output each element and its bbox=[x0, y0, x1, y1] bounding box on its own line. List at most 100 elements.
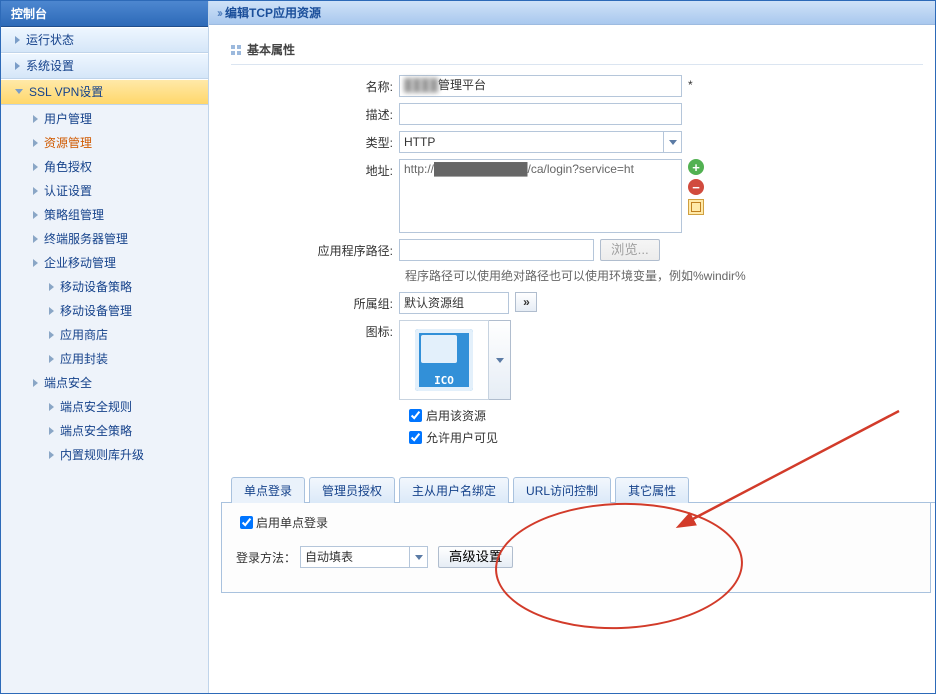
adv-settings-button[interactable]: 高级设置 bbox=[438, 546, 513, 568]
nav-group-runtime[interactable]: 运行状态 bbox=[1, 27, 208, 53]
add-url-button[interactable]: + bbox=[688, 159, 704, 175]
remove-url-button[interactable]: − bbox=[688, 179, 704, 195]
nav-item-resource[interactable]: 资源管理 bbox=[1, 131, 208, 155]
sidebar-title: 控制台 bbox=[1, 1, 208, 27]
nav-item-mobile-policy[interactable]: 移动设备策略 bbox=[17, 275, 208, 299]
nav-item-mobile[interactable]: 企业移动管理 bbox=[1, 251, 208, 275]
label-desc: 描述 bbox=[299, 103, 399, 123]
sso-method-value: 自动填表 bbox=[305, 550, 353, 564]
tab-master-slave[interactable]: 主从用户名绑定 bbox=[399, 477, 509, 503]
label-icon: 图标 bbox=[299, 320, 399, 340]
chevron-right-icon: ›› bbox=[217, 1, 221, 25]
caret-right-icon bbox=[33, 139, 38, 147]
type-select[interactable]: HTTP bbox=[399, 131, 682, 153]
apppath-hint: 程序路径可以使用绝对路径也可以使用环境变量，例如%windir% bbox=[209, 267, 935, 284]
tab-admin-auth[interactable]: 管理员授权 bbox=[309, 477, 395, 503]
nav-item-label: 应用封装 bbox=[60, 347, 108, 371]
nav-group-label: 运行状态 bbox=[26, 27, 74, 53]
caret-right-icon bbox=[49, 283, 54, 291]
label-group: 所属组 bbox=[299, 292, 399, 312]
nav-item-policy[interactable]: 策略组管理 bbox=[1, 203, 208, 227]
caret-down-icon bbox=[33, 259, 38, 267]
chevron-down-icon bbox=[409, 547, 427, 567]
chevron-down-icon bbox=[663, 132, 681, 152]
section-icon bbox=[231, 45, 241, 55]
label-addr: 地址 bbox=[299, 159, 399, 179]
nav-item-appstore[interactable]: 应用商店 bbox=[17, 323, 208, 347]
caret-right-icon bbox=[33, 211, 38, 219]
nav-item-auth[interactable]: 认证设置 bbox=[1, 179, 208, 203]
caret-down-icon bbox=[15, 89, 23, 98]
caret-right-icon bbox=[49, 451, 54, 459]
nav-item-label: 认证设置 bbox=[44, 179, 92, 203]
browse-button[interactable]: 浏览... bbox=[600, 239, 660, 261]
apppath-input[interactable] bbox=[399, 239, 594, 261]
nav-item-ep-rule[interactable]: 端点安全规则 bbox=[17, 395, 208, 419]
tab-label: 主从用户名绑定 bbox=[412, 484, 496, 498]
nav-item-terminal[interactable]: 终端服务器管理 bbox=[1, 227, 208, 251]
caret-right-icon bbox=[49, 331, 54, 339]
edit-url-button[interactable] bbox=[688, 199, 704, 215]
divider bbox=[231, 64, 923, 65]
caret-right-icon bbox=[33, 187, 38, 195]
caret-right-icon bbox=[49, 403, 54, 411]
caret-right-icon bbox=[33, 115, 38, 123]
sso-method-select[interactable]: 自动填表 bbox=[300, 546, 428, 568]
section-title-label: 基本属性 bbox=[247, 41, 295, 58]
nav-group-sslvpn[interactable]: SSL VPN设置 bbox=[1, 79, 208, 105]
tab-other[interactable]: 其它属性 bbox=[615, 477, 689, 503]
desc-input[interactable] bbox=[399, 103, 682, 125]
nav-item-user[interactable]: 用户管理 bbox=[1, 107, 208, 131]
caret-right-icon bbox=[49, 427, 54, 435]
tab-panel-sso: 启用单点登录 登录方法： 自动填表 高级设置 bbox=[221, 503, 931, 593]
type-value: HTTP bbox=[404, 135, 435, 149]
required-mark: * bbox=[688, 75, 693, 92]
nav-item-label: 移动设备管理 bbox=[60, 299, 132, 323]
sidebar: 控制台 运行状态 系统设置 SSL VPN设置 用户管理 资源管理 角色授权 认… bbox=[1, 1, 209, 693]
nav-item-mobile-mgmt[interactable]: 移动设备管理 bbox=[17, 299, 208, 323]
name-input[interactable]: ████管理平台 bbox=[399, 75, 682, 97]
caret-down-icon bbox=[33, 379, 38, 387]
nav-item-endpoint[interactable]: 端点安全 bbox=[1, 371, 208, 395]
tab-label: 单点登录 bbox=[244, 484, 292, 498]
icon-preview: ICO bbox=[399, 320, 489, 400]
icon-picker-button[interactable] bbox=[489, 320, 511, 400]
group-select[interactable]: 默认资源组 bbox=[399, 292, 509, 314]
nav-item-ep-policy[interactable]: 端点安全策略 bbox=[17, 419, 208, 443]
nav-item-label: 终端服务器管理 bbox=[44, 227, 128, 251]
tab-label: 其它属性 bbox=[628, 484, 676, 498]
label-name: 名称 bbox=[299, 75, 399, 95]
label-apppath: 应用程序路径 bbox=[299, 239, 399, 259]
page-title-bar: ›› 编辑TCP应用资源 bbox=[209, 1, 935, 25]
visible-checkbox[interactable] bbox=[409, 431, 422, 444]
enable-resource-checkbox[interactable] bbox=[409, 409, 422, 422]
group-value: 默认资源组 bbox=[404, 293, 464, 313]
nav-group-label: SSL VPN设置 bbox=[29, 79, 103, 105]
nav-group-label: 系统设置 bbox=[26, 53, 74, 79]
tab-label: URL访问控制 bbox=[526, 484, 598, 498]
addr-textarea[interactable]: http://███████████/ca/login?service=ht bbox=[399, 159, 682, 233]
nav-item-label: 应用商店 bbox=[60, 323, 108, 347]
ico-icon: ICO bbox=[415, 329, 473, 391]
nav-item-appwrap[interactable]: 应用封装 bbox=[17, 347, 208, 371]
name-blurred: ████ bbox=[404, 78, 438, 92]
sso-method-label: 登录方法： bbox=[236, 549, 296, 566]
nav-item-ep-builtin[interactable]: 内置规则库升级 bbox=[17, 443, 208, 467]
nav-item-role[interactable]: 角色授权 bbox=[1, 155, 208, 179]
section-title: 基本属性 bbox=[231, 41, 935, 58]
enable-sso-label: 启用单点登录 bbox=[256, 514, 328, 531]
enable-resource-label: 启用该资源 bbox=[426, 407, 486, 424]
tab-sso[interactable]: 单点登录 bbox=[231, 477, 305, 503]
nav-group-system[interactable]: 系统设置 bbox=[1, 53, 208, 79]
tab-url-access[interactable]: URL访问控制 bbox=[513, 477, 611, 503]
group-picker-button[interactable]: » bbox=[515, 292, 537, 312]
visible-label: 允许用户可见 bbox=[426, 429, 498, 446]
name-suffix: 管理平台 bbox=[438, 78, 486, 92]
caret-right-icon bbox=[15, 62, 20, 70]
main: ›› 编辑TCP应用资源 基本属性 名称 ████管理平台 * 描述 bbox=[209, 1, 935, 693]
nav-item-label: 角色授权 bbox=[44, 155, 92, 179]
nav-item-label: 策略组管理 bbox=[44, 203, 104, 227]
enable-sso-checkbox[interactable] bbox=[240, 516, 253, 529]
tabs-bar: 单点登录 管理员授权 主从用户名绑定 URL访问控制 其它属性 bbox=[221, 476, 935, 503]
ico-label: ICO bbox=[434, 374, 454, 387]
